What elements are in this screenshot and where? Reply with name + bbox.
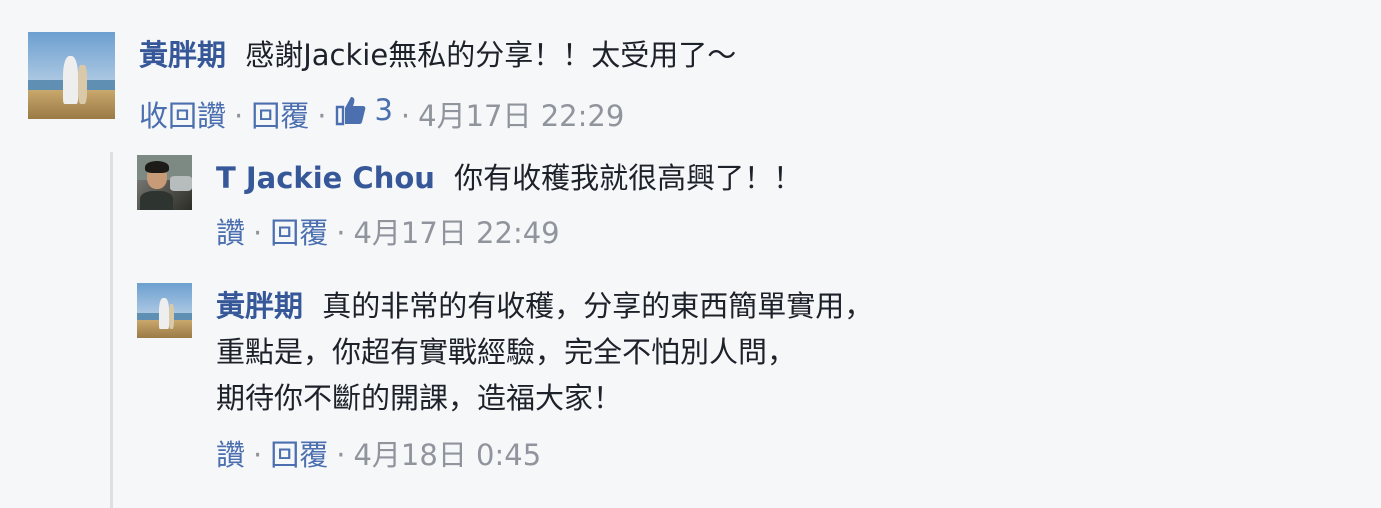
reply-comment: 黃胖期 真的非常的有收穫，分享的東西簡單實用， 重點是，你超有實戰經驗，完全不怕…	[137, 283, 873, 475]
comment-author[interactable]: T Jackie Chou	[216, 161, 435, 195]
like-count-value: 3	[374, 93, 393, 127]
like-button[interactable]: 讚	[216, 438, 245, 472]
unlike-button[interactable]: 收回讚	[139, 99, 226, 133]
timestamp[interactable]: 4月17日 22:49	[353, 216, 559, 250]
separator: ·	[317, 99, 327, 133]
comment-actions: 讚 · 回覆 · 4月18日 0:45	[216, 435, 873, 475]
comment-author[interactable]: 黃胖期	[216, 289, 303, 323]
like-button[interactable]: 讚	[216, 216, 245, 250]
reply-thread-line	[110, 152, 113, 508]
avatar[interactable]	[28, 32, 115, 119]
comment-body: 黃胖期 真的非常的有收穫，分享的東西簡單實用， 重點是，你超有實戰經驗，完全不怕…	[216, 283, 873, 475]
comment: 黃胖期 感謝Jackie無私的分享！！太受用了～ 收回讚 · 回覆 · 3 · 4月17日 …	[28, 32, 736, 136]
timestamp[interactable]: 4月18日 0:45	[353, 438, 541, 472]
separator: ·	[253, 438, 263, 472]
comment-text: 真的非常的有收穫，分享的東西簡單實用，	[322, 289, 874, 323]
comment-body: 黃胖期 感謝Jackie無私的分享！！太受用了～ 收回讚 · 回覆 · 3 · 4月17日 …	[139, 32, 736, 136]
comment-text-line: 重點是，你超有實戰經驗，完全不怕別人問，	[216, 335, 797, 369]
avatar[interactable]	[137, 155, 192, 210]
comment-text-line: 黃胖期 感謝Jackie無私的分享！！太受用了～	[139, 32, 736, 78]
reply-button[interactable]: 回覆	[270, 216, 328, 250]
separator: ·	[336, 216, 346, 250]
comment-text-line: 期待你不斷的開課，造福大家！	[216, 381, 623, 415]
separator: ·	[336, 438, 346, 472]
comment-text-line: T Jackie Chou 你有收穫我就很高興了！！	[216, 155, 802, 201]
separator: ·	[234, 99, 244, 133]
like-count[interactable]: 3	[334, 90, 393, 130]
separator: ·	[253, 216, 263, 250]
comment-body: T Jackie Chou 你有收穫我就很高興了！！ 讚 · 回覆 · 4月17日 22…	[216, 155, 802, 253]
thumbs-up-icon	[336, 97, 366, 126]
reply-button[interactable]: 回覆	[251, 99, 309, 133]
avatar[interactable]	[137, 283, 192, 338]
reply-button[interactable]: 回覆	[270, 438, 328, 472]
comment-text-line: 黃胖期 真的非常的有收穫，分享的東西簡單實用，	[216, 283, 873, 329]
comment-actions: 讚 · 回覆 · 4月17日 22:49	[216, 213, 802, 253]
separator: ·	[400, 99, 411, 133]
comment-actions: 收回讚 · 回覆 · 3 · 4月17日 22:29	[139, 90, 736, 136]
comment-text: 感謝Jackie無私的分享！！太受用了～	[245, 38, 737, 72]
reply-comment: T Jackie Chou 你有收穫我就很高興了！！ 讚 · 回覆 · 4月17日 22…	[137, 155, 802, 253]
comment-thread: 黃胖期 感謝Jackie無私的分享！！太受用了～ 收回讚 · 回覆 · 3 · 4月17日 …	[0, 0, 1381, 508]
comment-author[interactable]: 黃胖期	[139, 38, 226, 72]
comment-text: 你有收穫我就很高興了！！	[454, 161, 803, 195]
timestamp[interactable]: 4月17日 22:29	[418, 99, 624, 133]
